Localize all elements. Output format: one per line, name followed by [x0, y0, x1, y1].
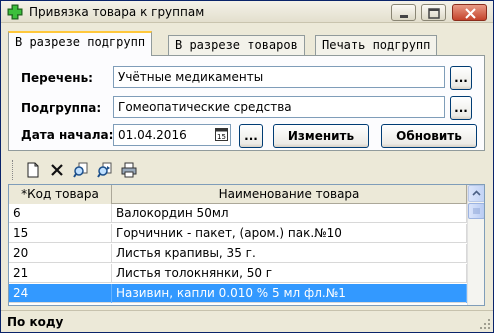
subgroup-label: Подгруппа: — [21, 101, 102, 115]
table-row[interactable]: 6 Валокордин 50мл — [9, 204, 467, 223]
new-document-icon[interactable] — [22, 159, 44, 181]
cell-name: Називин, капли 0.010 % 5 мл фл.№1 — [112, 284, 467, 303]
minimize-button[interactable] — [391, 4, 416, 21]
main-window: Привязка товара к группам В разрезе подг… — [0, 0, 494, 333]
date-browse-button[interactable]: ... — [239, 124, 263, 148]
scroll-thumb[interactable] — [468, 203, 484, 219]
column-header-name[interactable]: Наименование товара — [112, 185, 467, 204]
start-date-value: 01.04.2016 — [118, 128, 187, 142]
green-cross-icon — [7, 4, 23, 20]
vertical-scrollbar[interactable] — [467, 185, 484, 305]
cell-code: 24 — [9, 284, 112, 303]
change-button[interactable]: Изменить — [273, 124, 369, 148]
list-browse-button[interactable]: ... — [450, 66, 472, 90]
cell-name: Горчичник - пакет, (аром.) пак.№10 — [112, 224, 467, 243]
grid-header: *Код товара Наименование товара — [9, 185, 467, 204]
cell-code: 6 — [9, 204, 112, 223]
subgroup-field[interactable]: Гомеопатические средства — [113, 96, 445, 118]
cell-name: Листья крапивы, 35 г. — [112, 244, 467, 263]
resize-grip-icon[interactable] — [479, 318, 491, 330]
toolbar-grip — [12, 160, 15, 180]
cell-name: Листья толокнянки, 50 г — [112, 264, 467, 283]
tab-by-subgroups[interactable]: В разрезе подгрупп — [8, 31, 153, 56]
cell-code: 21 — [9, 264, 112, 283]
close-button[interactable] — [452, 4, 487, 21]
products-grid[interactable]: *Код товара Наименование товара 6 Валоко… — [8, 184, 485, 306]
tab-panel: Перечень: Учётные медикаменты ... Подгру… — [8, 55, 485, 151]
table-row[interactable]: 21 Листья толокнянки, 50 г — [9, 264, 467, 283]
cell-code: 15 — [9, 224, 112, 243]
start-date-field[interactable]: 01.04.2016 — [113, 124, 231, 146]
svg-text:15: 15 — [217, 133, 226, 141]
find-icon[interactable] — [70, 159, 92, 181]
refresh-button[interactable]: Обновить — [381, 124, 477, 148]
title-bar[interactable]: Привязка товара к группам — [1, 1, 493, 23]
table-row-selected[interactable]: 24 Називин, капли 0.010 % 5 мл фл.№1 — [9, 284, 467, 303]
toolbar — [8, 157, 485, 183]
print-icon[interactable] — [118, 159, 140, 181]
subgroup-browse-button[interactable]: ... — [450, 96, 472, 120]
find-next-icon[interactable] — [94, 159, 116, 181]
start-date-label: Дата начала: — [21, 128, 114, 142]
tab-by-products[interactable]: В разрезе товаров — [168, 35, 305, 55]
calendar-icon[interactable]: 15 — [215, 128, 228, 141]
table-row[interactable]: 20 Листья крапивы, 35 г. — [9, 244, 467, 263]
column-header-code[interactable]: *Код товара — [9, 185, 112, 204]
status-bar: По коду — [1, 310, 493, 332]
list-label: Перечень: — [21, 71, 93, 85]
status-text: По коду — [7, 315, 64, 329]
delete-icon[interactable] — [46, 159, 68, 181]
maximize-button[interactable] — [421, 4, 446, 21]
window-title: Привязка товара к группам — [29, 5, 205, 19]
cell-name: Валокордин 50мл — [112, 204, 467, 223]
list-field[interactable]: Учётные медикаменты — [113, 66, 445, 88]
scroll-up-button[interactable] — [468, 185, 484, 202]
table-row[interactable]: 15 Горчичник - пакет, (аром.) пак.№10 — [9, 224, 467, 243]
cell-code: 20 — [9, 244, 112, 263]
tab-print-subgroups[interactable]: Печать подгрупп — [315, 35, 438, 55]
